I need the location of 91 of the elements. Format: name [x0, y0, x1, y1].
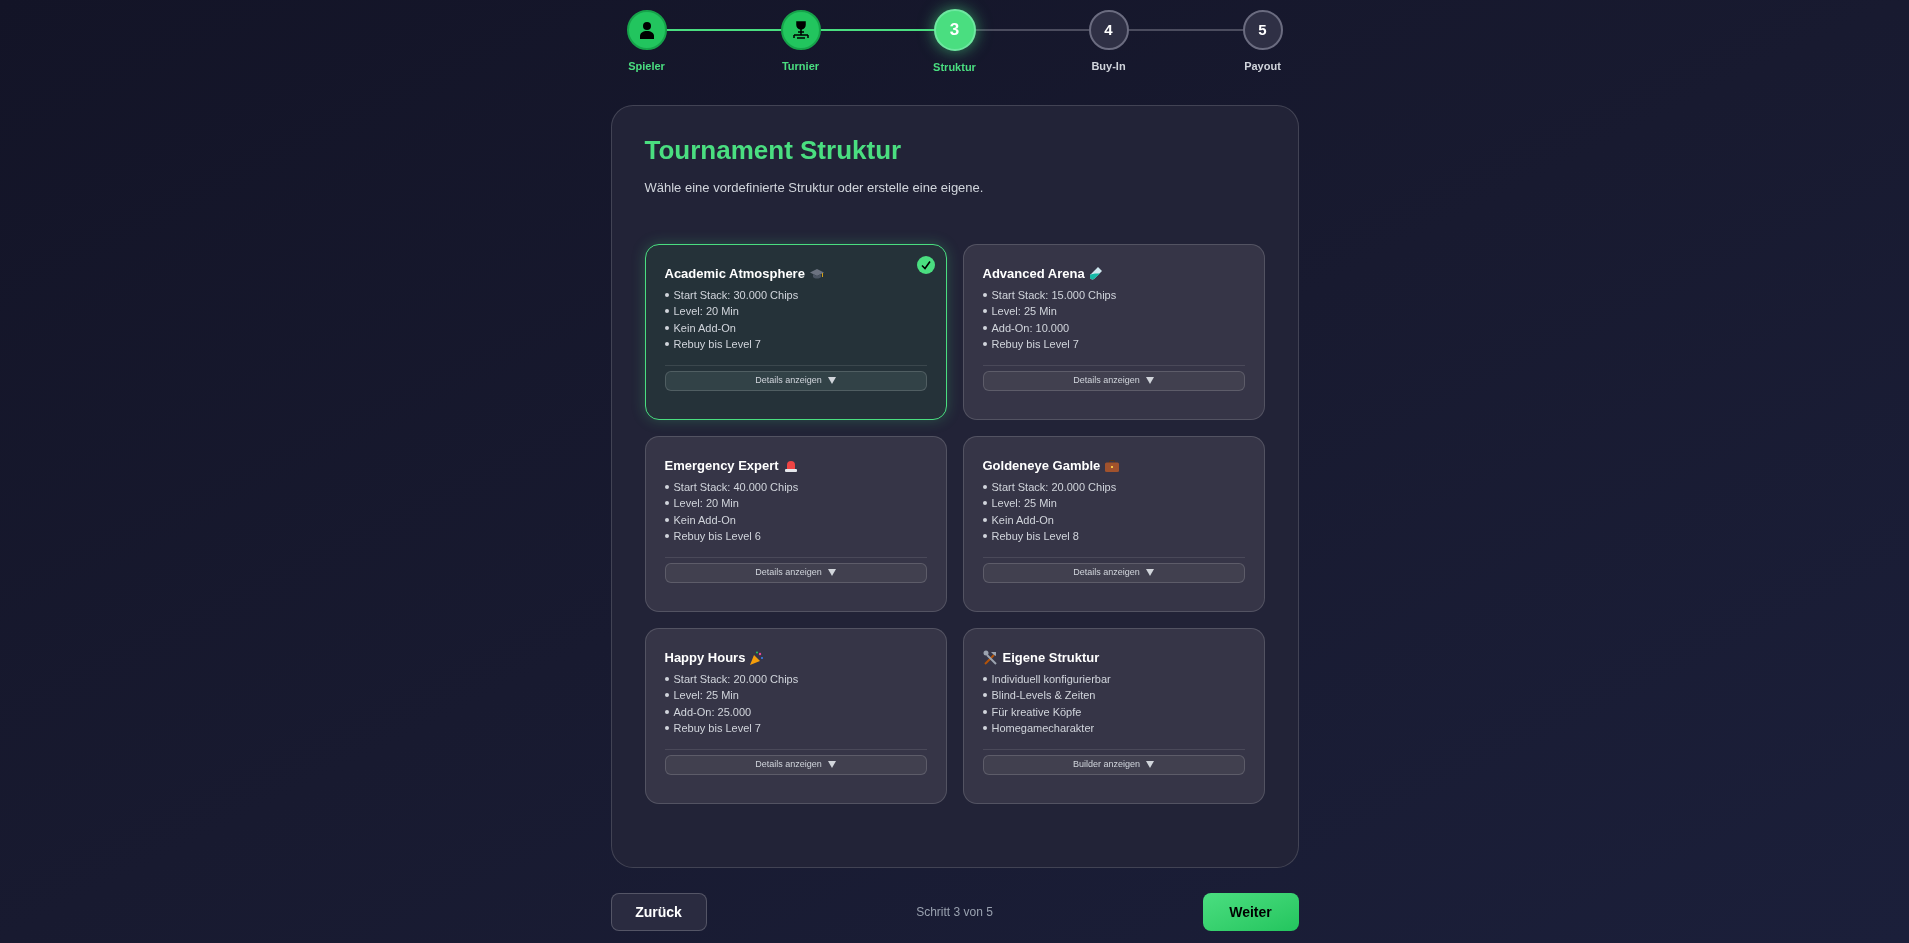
panel-subtitle: Wähle eine vordefinierte Struktur oder erstelle eine eigene. — [644, 179, 985, 197]
briefcase-icon — [1105, 459, 1120, 472]
card-list-item: Blind-Levels & Zeiten — [991, 688, 1096, 703]
card-list-item: Start Stack: 30.000 Chips — [673, 287, 799, 303]
card-title: Advanced Arena — [982, 264, 1085, 283]
structure-card[interactable]: Emergency Expert Start Stack: 40.000 Chips Level: 20 Min Kein Add-On Rebuy bis Level 6 Details anzeigen — [644, 435, 947, 612]
card-list-item: Level: 25 Min — [673, 688, 739, 703]
bullet-icon — [664, 676, 669, 681]
card-list-item: Rebuy bis Level 7 — [673, 721, 761, 736]
card-list-item: Level: 25 Min — [991, 304, 1057, 319]
hammer-wrench-icon — [982, 650, 998, 665]
bullet-icon — [982, 676, 987, 681]
bullet-icon — [982, 517, 987, 522]
card-title: Emergency Expert — [664, 456, 779, 475]
card-list-item: Rebuy bis Level 7 — [673, 337, 761, 352]
card-list-item: Individuell konfigurierbar — [991, 671, 1111, 687]
details-button[interactable]: Details anzeigen — [982, 562, 1245, 583]
card-title: Happy Hours — [664, 648, 746, 667]
step-label: Spieler — [628, 59, 665, 74]
graduation-cap-icon — [809, 267, 824, 280]
card-list-item: Add-On: 10.000 — [991, 320, 1070, 336]
next-button[interactable]: Weiter — [1202, 893, 1299, 931]
bullet-icon — [982, 325, 987, 330]
step-label: Turnier — [781, 59, 820, 74]
bullet-icon — [664, 342, 669, 347]
details-button[interactable]: Details anzeigen — [664, 562, 927, 583]
siren-icon — [783, 459, 798, 472]
structure-card[interactable]: Advanced Arena Start Stack: 15.000 Chips Level: 25 Min Add-On: 10.000 Rebuy bis Level 7 Details anzeigen — [962, 243, 1265, 420]
bullet-icon — [982, 484, 987, 489]
card-list-item: Kein Add-On — [673, 320, 736, 336]
structure-card[interactable]: Eigene Struktur Individuell konfigurierbar Blind-Levels & Zeiten Für kreative Köpfe Homegamecharakter Builder anzeigen — [962, 627, 1265, 804]
caret-down-icon — [827, 761, 836, 768]
bullet-icon — [664, 292, 669, 297]
test-tube-icon — [1089, 266, 1102, 281]
card-list-item: Start Stack: 15.000 Chips — [991, 287, 1117, 303]
person-icon — [638, 21, 655, 39]
structure-card[interactable]: Happy Hours Start Stack: 20.000 Chips Level: 25 Min Add-On: 25.000 Rebuy bis Level 7 Details anzeigen — [644, 627, 947, 804]
bullet-icon — [982, 292, 987, 297]
caret-down-icon — [827, 377, 836, 384]
back-button[interactable]: Zurück — [610, 893, 707, 931]
bullet-icon — [664, 709, 669, 714]
caret-down-icon — [827, 569, 836, 576]
details-button[interactable]: Builder anzeigen — [982, 754, 1245, 775]
card-list-item: Homegamecharakter — [991, 721, 1095, 736]
party-popper-icon — [750, 650, 765, 665]
card-list-item: Kein Add-On — [673, 512, 736, 528]
card-list-item: Start Stack: 20.000 Chips — [673, 671, 799, 687]
bullet-icon — [664, 484, 669, 489]
card-list-item: Level: 20 Min — [673, 304, 739, 319]
trophy-bracket-icon — [790, 21, 811, 39]
step-label: Struktur — [933, 60, 976, 75]
card-title: Academic Atmosphere — [664, 264, 805, 283]
card-list-item: Add-On: 25.000 — [673, 704, 752, 720]
bullet-icon — [664, 309, 669, 314]
bullet-icon — [664, 693, 669, 698]
card-list-item: Level: 20 Min — [673, 496, 739, 511]
card-title: Goldeneye Gamble — [982, 456, 1101, 475]
caret-down-icon — [1145, 377, 1154, 384]
bullet-icon — [982, 309, 987, 314]
step-label: Payout — [1244, 59, 1281, 74]
bullet-icon — [982, 342, 987, 347]
card-list-item: Start Stack: 20.000 Chips — [991, 479, 1117, 495]
panel-title: Tournament Struktur — [644, 134, 903, 167]
bullet-icon — [664, 517, 669, 522]
structure-card[interactable]: Goldeneye Gamble Start Stack: 20.000 Chips Level: 25 Min Kein Add-On Rebuy bis Level 8 Details anzeigen — [962, 435, 1265, 612]
caret-down-icon — [1145, 569, 1154, 576]
card-list-item: Kein Add-On — [991, 512, 1054, 528]
card-list-item: Rebuy bis Level 7 — [991, 337, 1079, 352]
bullet-icon — [982, 726, 987, 731]
bullet-icon — [982, 534, 987, 539]
bullet-icon — [982, 501, 987, 506]
bullet-icon — [664, 501, 669, 506]
card-list-item: Rebuy bis Level 8 — [991, 529, 1079, 544]
bullet-icon — [664, 325, 669, 330]
details-button[interactable]: Details anzeigen — [982, 370, 1245, 391]
caret-down-icon — [1146, 761, 1155, 768]
step-progress-text: Schritt 3 von 5 — [916, 904, 993, 921]
details-button[interactable]: Details anzeigen — [664, 754, 927, 775]
card-title: Eigene Struktur — [1002, 648, 1100, 667]
card-list-item: Rebuy bis Level 6 — [673, 529, 761, 544]
bullet-icon — [982, 709, 987, 714]
step-label: Buy-In — [1091, 59, 1126, 74]
check-icon — [916, 255, 935, 274]
card-list-item: Level: 25 Min — [991, 496, 1057, 511]
bullet-icon — [664, 726, 669, 731]
card-list-item: Start Stack: 40.000 Chips — [673, 479, 799, 495]
details-button[interactable]: Details anzeigen — [664, 370, 927, 391]
bullet-icon — [982, 693, 987, 698]
bullet-icon — [664, 534, 669, 539]
structure-card[interactable]: Academic Atmosphere Start Stack: 30.000 Chips Level: 20 Min Kein Add-On Rebuy bis Level 7 Details anzeigen — [644, 243, 947, 420]
card-list-item: Für kreative Köpfe — [991, 704, 1082, 720]
